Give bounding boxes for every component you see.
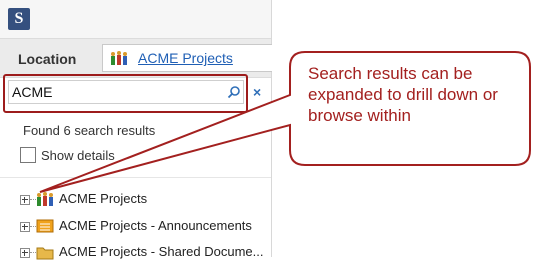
location-link[interactable]: ACME Projects bbox=[138, 50, 233, 66]
expand-icon[interactable] bbox=[20, 195, 30, 205]
location-bar: Location ACME Projects bbox=[0, 38, 272, 78]
library-folder-icon bbox=[36, 247, 54, 260]
callout-text: Search results can be expanded to drill … bbox=[308, 64, 498, 125]
show-details-checkbox[interactable] bbox=[20, 147, 36, 163]
result-label[interactable]: ACME Projects - Announcements bbox=[59, 218, 252, 233]
location-label: Location bbox=[18, 51, 77, 67]
list-icon bbox=[36, 219, 54, 233]
top-toolbar: S bbox=[0, 0, 271, 38]
navigator-panel: S Location ACME Projects × Found 6 searc… bbox=[0, 0, 272, 260]
result-row[interactable]: ACME Projects - Shared Docume... bbox=[0, 242, 271, 266]
site-people-icon bbox=[111, 51, 127, 65]
expand-icon[interactable] bbox=[20, 222, 30, 232]
location-field[interactable]: ACME Projects bbox=[102, 44, 272, 72]
search-highlight-box bbox=[3, 74, 248, 113]
site-people-icon bbox=[37, 192, 53, 206]
result-row[interactable]: ACME Projects - Announcements bbox=[0, 216, 271, 240]
divider bbox=[0, 177, 271, 178]
results-summary: Found 6 search results bbox=[23, 123, 156, 138]
show-details-label: Show details bbox=[41, 148, 115, 163]
result-label[interactable]: ACME Projects bbox=[59, 191, 147, 206]
app-logo-icon: S bbox=[8, 8, 30, 30]
clear-search-icon[interactable]: × bbox=[253, 84, 261, 100]
result-row[interactable]: ACME Projects bbox=[0, 189, 271, 213]
